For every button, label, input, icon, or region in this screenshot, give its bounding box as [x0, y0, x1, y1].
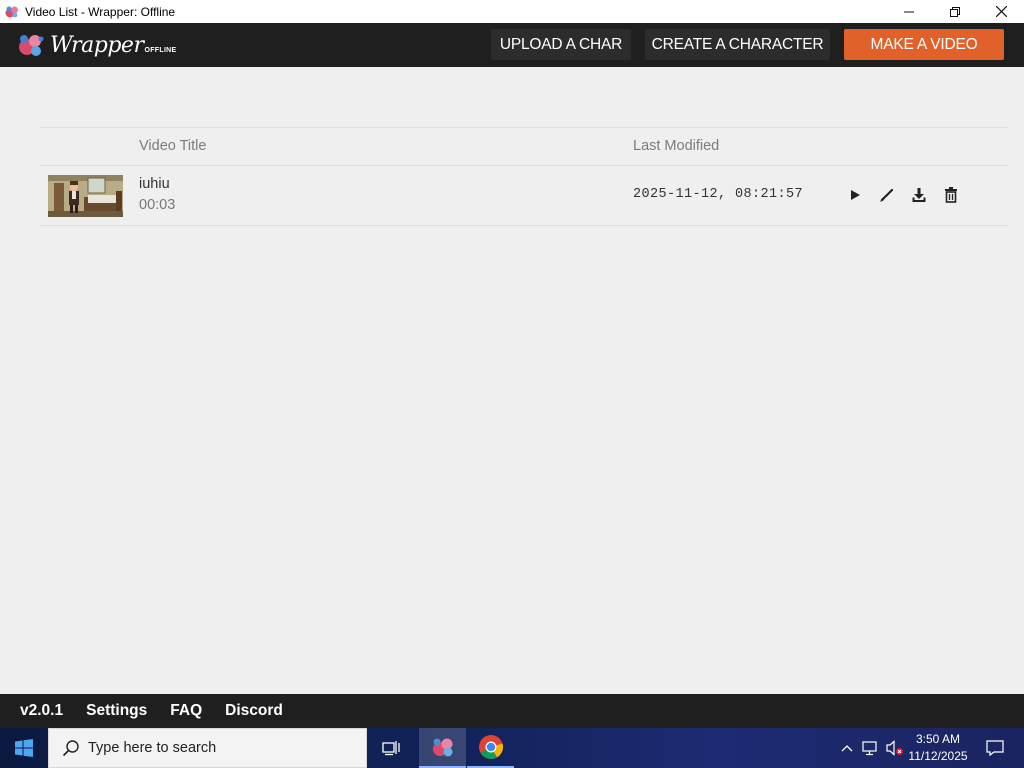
notification-icon[interactable]	[975, 728, 1015, 768]
faq-link[interactable]: FAQ	[170, 702, 202, 720]
network-icon[interactable]	[860, 728, 882, 768]
app-header: Wrapper OFFLINE UPLOAD A CHAR CREATE A C…	[0, 23, 1024, 67]
wrapper-taskbar-icon[interactable]	[419, 728, 466, 768]
wrapper-logo-icon	[19, 35, 44, 56]
table-header: Video Title Last Modified	[40, 127, 1008, 166]
search-icon	[62, 740, 79, 757]
taskbar-clock[interactable]: 3:50 AM 11/12/2025	[906, 731, 970, 765]
column-last-modified[interactable]: Last Modified	[633, 138, 719, 154]
windows-icon	[15, 739, 33, 757]
logo-word: Wrapper	[50, 32, 144, 58]
chrome-icon[interactable]	[467, 728, 514, 768]
table-row[interactable]: iuhiu 00:03 2025-11-12, 08:21:57	[40, 166, 1008, 226]
close-icon	[995, 6, 1007, 17]
make-video-button[interactable]: MAKE A VIDEO	[844, 29, 1004, 60]
logo-sub: OFFLINE	[144, 46, 177, 54]
video-last-modified: 2025-11-12, 08:21:57	[633, 187, 804, 202]
restore-button[interactable]	[932, 0, 978, 23]
video-table: Video Title Last Modified iuhiu 00:03 20…	[40, 127, 1008, 226]
video-thumbnail[interactable]	[48, 175, 123, 217]
edit-icon[interactable]	[878, 186, 896, 204]
discord-link[interactable]: Discord	[225, 702, 283, 720]
wrapper-logo[interactable]: Wrapper OFFLINE	[16, 28, 177, 62]
video-duration: 00:03	[139, 197, 176, 213]
task-view-icon[interactable]	[368, 728, 415, 768]
taskbar-search[interactable]: Type here to search	[48, 728, 367, 768]
settings-link[interactable]: Settings	[86, 702, 147, 720]
chevron-up-icon[interactable]	[838, 728, 856, 768]
window-titlebar: Video List - Wrapper: Offline	[0, 0, 1024, 23]
version-label: v2.0.1	[20, 702, 64, 719]
delete-icon[interactable]	[942, 186, 960, 204]
start-button[interactable]	[0, 728, 48, 768]
video-title[interactable]: iuhiu	[139, 176, 170, 192]
download-icon[interactable]	[910, 186, 928, 204]
window-title: Video List - Wrapper: Offline	[25, 4, 176, 19]
play-icon[interactable]	[846, 186, 864, 204]
upload-char-button[interactable]: UPLOAD A CHAR	[491, 29, 631, 60]
minimize-button[interactable]	[886, 0, 932, 23]
volume-muted-icon[interactable]	[884, 728, 906, 768]
window-controls	[886, 0, 1024, 23]
search-placeholder: Type here to search	[88, 740, 217, 756]
app-footer: v2.0.1 Settings FAQ Discord	[0, 694, 1024, 728]
restore-icon	[950, 6, 960, 17]
wrapper-app-icon	[4, 4, 20, 20]
taskbar: Type here to search 3:50 AM 11/12/2025	[0, 728, 1024, 768]
minimize-icon	[904, 11, 914, 12]
clock-time: 3:50 AM	[915, 732, 961, 746]
clock-date: 11/12/2025	[908, 749, 968, 763]
column-video-title[interactable]: Video Title	[139, 138, 206, 154]
close-button[interactable]	[978, 0, 1024, 23]
create-character-button[interactable]: CREATE A CHARACTER	[645, 29, 830, 60]
